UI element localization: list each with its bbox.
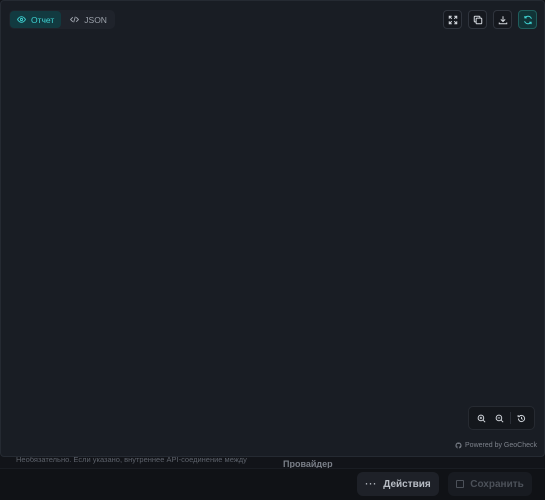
fullscreen-button[interactable]	[443, 10, 462, 29]
reset-zoom-button[interactable]	[514, 411, 528, 425]
reset-icon	[517, 414, 525, 422]
refresh-icon	[523, 15, 532, 24]
download-button[interactable]	[493, 10, 512, 29]
copy-icon	[473, 15, 482, 24]
preview-panel: Отчет JSON Powered by GeoCheck	[0, 0, 545, 457]
tab-json-label: JSON	[84, 14, 107, 25]
preview-toolbar	[443, 10, 537, 29]
save-button[interactable]: Сохранить	[448, 472, 532, 496]
tab-report-label: Отчет	[31, 14, 55, 25]
zoom-in-icon	[477, 414, 486, 422]
more-icon: ···	[365, 479, 378, 489]
eye-icon	[17, 16, 26, 23]
tab-report[interactable]: Отчет	[10, 11, 62, 28]
code-icon	[70, 16, 80, 23]
copy-button[interactable]	[468, 10, 487, 29]
view-tabs: Отчет JSON	[9, 10, 115, 29]
zoom-controls	[468, 406, 535, 430]
download-icon	[498, 15, 507, 24]
zoom-out-button[interactable]	[492, 411, 506, 425]
zoom-in-button[interactable]	[475, 411, 489, 425]
actions-button[interactable]: ··· Действия	[357, 472, 439, 496]
zoom-divider	[509, 412, 511, 424]
powered-by: Powered by GeoCheck	[455, 442, 537, 449]
zoom-out-icon	[495, 414, 504, 422]
fullscreen-icon	[448, 15, 457, 24]
save-label: Сохранить	[470, 478, 524, 490]
actions-label: Действия	[383, 478, 431, 490]
save-icon	[456, 480, 465, 488]
refresh-button[interactable]	[518, 10, 537, 29]
powered-by-label: Powered by GeoCheck	[465, 442, 537, 449]
tab-json[interactable]: JSON	[63, 11, 114, 28]
github-icon	[455, 442, 462, 449]
